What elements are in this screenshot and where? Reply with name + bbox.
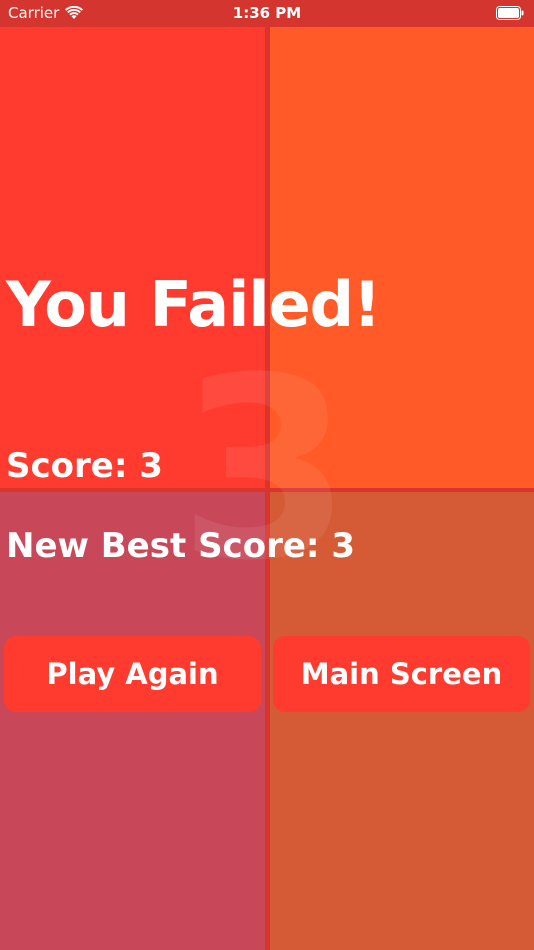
best-score-label: New Best Score: 3 [6,526,355,566]
play-again-button[interactable]: Play Again [4,636,261,712]
game-over-title: You Failed! [6,268,381,341]
game-over-screen: Carrier 1:36 PM 3 You Failed! Score: 3 N… [0,0,534,950]
battery-icon [496,6,524,20]
status-bar: Carrier 1:36 PM [0,0,534,27]
main-screen-button[interactable]: Main Screen [273,636,530,712]
status-time: 1:36 PM [232,4,302,22]
score-label: Score: 3 [6,446,163,486]
